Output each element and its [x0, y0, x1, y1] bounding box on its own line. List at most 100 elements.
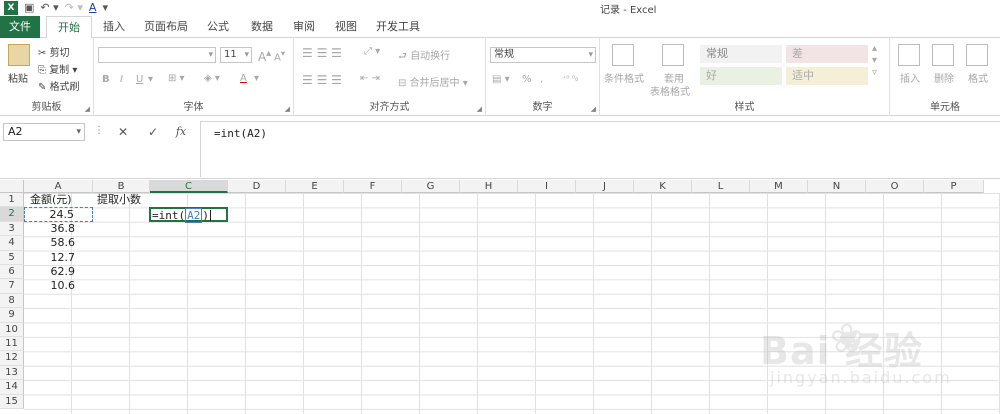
col-header-n[interactable]: N — [808, 180, 866, 193]
tab-developer[interactable]: 开发工具 — [372, 16, 424, 38]
row-header-10[interactable]: 10 — [0, 322, 24, 337]
conditional-format-button[interactable]: 条件格式 — [604, 70, 644, 85]
save-icon[interactable]: ▣ — [24, 1, 34, 15]
row-header-8[interactable]: 8 — [0, 293, 24, 309]
cell-a4[interactable]: 58.6 — [24, 236, 93, 250]
left-align-button[interactable]: ☰ ☰ ☰ — [302, 73, 342, 87]
cut-button[interactable]: ✂ 剪切 — [38, 44, 70, 59]
delete-cells-icon[interactable] — [932, 44, 954, 66]
underline-button[interactable]: U — [136, 74, 143, 85]
bold-button[interactable]: B — [102, 74, 110, 85]
percent-button[interactable]: % — [522, 74, 532, 85]
merge-center-button[interactable]: ⊟ 合并后居中 ▾ — [398, 74, 468, 89]
insert-cells-icon[interactable] — [898, 44, 920, 66]
col-header-b[interactable]: B — [93, 180, 150, 193]
grow-font-button[interactable]: A▴ — [258, 48, 271, 64]
col-header-m[interactable]: M — [750, 180, 808, 193]
style-good[interactable]: 好 — [700, 67, 782, 85]
format-as-table-icon[interactable] — [662, 44, 684, 66]
style-neutral[interactable]: 适中 — [786, 67, 868, 85]
cell-a1[interactable]: 金额(元) — [30, 193, 99, 207]
alignment-launcher-icon[interactable]: ◢ — [477, 105, 482, 113]
italic-button[interactable]: I — [120, 74, 123, 85]
customize-qat-icon[interactable]: ▾ — [102, 1, 108, 15]
font-launcher-icon[interactable]: ◢ — [285, 105, 290, 113]
number-format-select[interactable]: 常规 — [490, 47, 596, 63]
row-header-2[interactable]: 2 — [0, 207, 24, 222]
accounting-format-button[interactable]: ▤ ▾ — [492, 74, 510, 85]
format-cells-icon[interactable] — [966, 44, 988, 66]
font-color-icon[interactable]: A — [89, 1, 97, 15]
wrap-text-button[interactable]: ⮐ 自动换行 — [398, 47, 450, 66]
top-align-button[interactable]: ☰ ☰ ☰ — [302, 46, 342, 60]
tab-page-layout[interactable]: 页面布局 — [140, 16, 192, 38]
name-box-dropdown-icon[interactable]: ▾ — [76, 124, 81, 140]
row-header-15[interactable]: 15 — [0, 394, 24, 409]
row-header-13[interactable]: 13 — [0, 365, 24, 381]
fill-color-button[interactable]: ◈ ▾ — [204, 73, 220, 84]
col-header-c[interactable]: C — [150, 180, 228, 193]
col-header-o[interactable]: O — [866, 180, 924, 193]
paste-button[interactable]: 粘贴 — [8, 70, 28, 85]
format-cells-button[interactable]: 格式 — [968, 70, 988, 85]
col-header-l[interactable]: L — [692, 180, 750, 193]
name-box[interactable]: A2 ▾ — [3, 123, 85, 141]
redo-icon[interactable]: ↷ ▾ — [65, 1, 83, 15]
comma-button[interactable]: , — [540, 74, 543, 85]
indent-buttons[interactable]: ⇤ ⇥ — [360, 73, 380, 84]
row-header-9[interactable]: 9 — [0, 308, 24, 323]
row-header-4[interactable]: 4 — [0, 236, 24, 251]
tab-insert[interactable]: 插入 — [96, 16, 132, 38]
border-button[interactable]: ⊞ ▾ — [168, 73, 185, 84]
col-header-i[interactable]: I — [518, 180, 576, 193]
font-name-select[interactable] — [98, 47, 216, 63]
col-header-a[interactable]: A — [24, 180, 93, 193]
row-header-7[interactable]: 7 — [0, 279, 24, 294]
paste-icon[interactable] — [8, 44, 30, 66]
col-header-g[interactable]: G — [402, 180, 460, 193]
cell-a2[interactable]: 24.5 — [24, 207, 93, 222]
conditional-format-icon[interactable] — [612, 44, 634, 66]
row-header-12[interactable]: 12 — [0, 351, 24, 366]
copy-button[interactable]: ⎘ 复制 ▾ — [38, 61, 77, 76]
font-size-select[interactable]: 11 — [220, 47, 252, 63]
tab-review[interactable]: 审阅 — [286, 16, 322, 38]
cell-a3[interactable]: 36.8 — [24, 222, 93, 236]
row-header-14[interactable]: 14 — [0, 380, 24, 395]
cell-a6[interactable]: 62.9 — [24, 265, 93, 279]
tab-file[interactable]: 文件 — [0, 16, 40, 38]
select-all-corner[interactable] — [0, 180, 24, 193]
cell-a5[interactable]: 12.7 — [24, 251, 93, 265]
insert-cells-button[interactable]: 插入 — [900, 70, 920, 85]
style-bad[interactable]: 差 — [786, 45, 868, 63]
col-header-k[interactable]: K — [634, 180, 692, 193]
cell-a7[interactable]: 10.6 — [24, 279, 93, 293]
undo-icon[interactable]: ↶ ▾ — [40, 1, 58, 15]
col-header-d[interactable]: D — [228, 180, 286, 193]
col-header-e[interactable]: E — [286, 180, 344, 193]
orientation-button[interactable]: ⤢ ▾ — [364, 46, 380, 57]
col-header-p[interactable]: P — [924, 180, 984, 193]
delete-cells-button[interactable]: 删除 — [934, 70, 954, 85]
clipboard-launcher-icon[interactable]: ◢ — [85, 105, 90, 113]
format-painter-button[interactable]: ✎ 格式刷 — [38, 78, 80, 93]
row-header-5[interactable]: 5 — [0, 250, 24, 265]
row-header-6[interactable]: 6 — [0, 265, 24, 280]
decimal-buttons[interactable]: ⁺⁰ ⁰₀ — [562, 74, 578, 83]
cell-b1[interactable]: 提取小数 — [97, 193, 154, 207]
worksheet-grid[interactable]: A B C D E F G H I J K L M N O P 1 2 3 4 … — [0, 180, 1000, 414]
formula-input[interactable]: =int(A2) — [200, 121, 1000, 177]
cell-c2-editing[interactable]: =int(A2) — [149, 206, 228, 223]
tab-home[interactable]: 开始 — [46, 16, 92, 39]
enter-button[interactable]: ✓ — [142, 123, 164, 141]
font-color-dropdown-icon[interactable]: ▾ — [254, 73, 259, 84]
row-header-3[interactable]: 3 — [0, 221, 24, 237]
row-header-1[interactable]: 1 — [0, 193, 24, 208]
underline-dropdown-icon[interactable]: ▾ — [148, 74, 153, 85]
tab-formulas[interactable]: 公式 — [200, 16, 236, 38]
style-normal[interactable]: 常规 — [700, 45, 782, 63]
style-gallery-scroll[interactable]: ▴ ▾ ▿ — [872, 43, 877, 79]
tab-view[interactable]: 视图 — [328, 16, 364, 38]
col-header-j[interactable]: J — [576, 180, 634, 193]
font-color-button[interactable]: A — [240, 73, 247, 84]
